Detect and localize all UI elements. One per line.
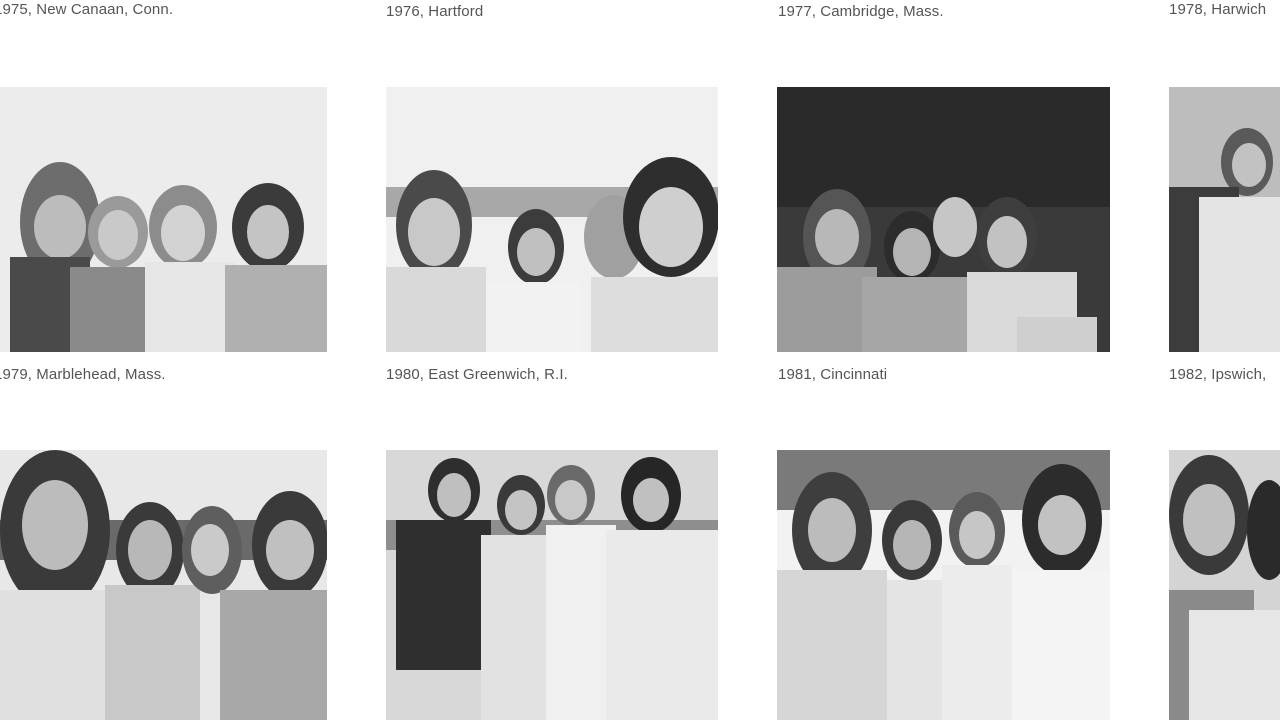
- photo-row3-col1[interactable]: [0, 450, 327, 720]
- caption-1975: 1975, New Canaan, Conn.: [0, 1, 174, 18]
- photo-image: [0, 87, 327, 352]
- photo-image: [386, 450, 718, 720]
- caption-1979: 1979, Marblehead, Mass.: [0, 366, 166, 383]
- photo-image: [777, 450, 1110, 720]
- photo-1979[interactable]: [0, 87, 327, 352]
- photo-1981[interactable]: [777, 87, 1110, 352]
- caption-1978: 1978, Harwich: [1169, 1, 1267, 18]
- photo-row3-col2[interactable]: [386, 450, 718, 720]
- caption-1980: 1980, East Greenwich, R.I.: [386, 366, 568, 383]
- caption-1982: 1982, Ipswich,: [1169, 366, 1267, 383]
- caption-1976: 1976, Hartford: [386, 3, 484, 20]
- photo-image: [0, 450, 327, 720]
- photo-1982[interactable]: [1169, 87, 1280, 352]
- caption-1977: 1977, Cambridge, Mass.: [778, 3, 944, 20]
- caption-1981: 1981, Cincinnati: [778, 366, 888, 383]
- photo-image: [777, 87, 1110, 352]
- photo-row3-col4[interactable]: [1169, 450, 1280, 720]
- photo-image: [1169, 87, 1280, 352]
- photo-row3-col3[interactable]: [777, 450, 1110, 720]
- photo-image: [1169, 450, 1280, 720]
- photo-1980[interactable]: [386, 87, 718, 352]
- photo-gallery: 1975, New Canaan, Conn. 1976, Hartford 1…: [0, 0, 1280, 720]
- photo-image: [386, 87, 718, 352]
